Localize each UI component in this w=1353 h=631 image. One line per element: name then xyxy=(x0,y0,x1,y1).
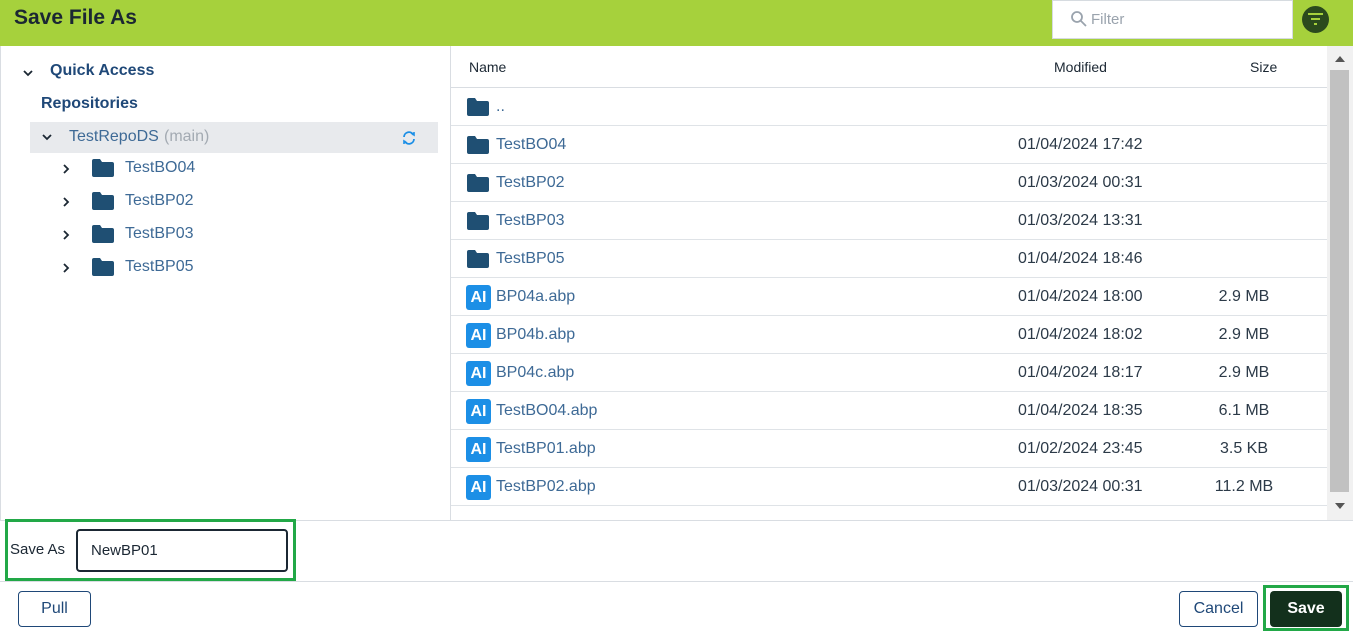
column-header-name[interactable]: Name xyxy=(469,59,506,75)
file-modified: 01/04/2024 18:35 xyxy=(1018,402,1143,419)
filter-input[interactable]: Filter xyxy=(1052,0,1293,39)
tree-repositories[interactable]: Repositories xyxy=(41,95,138,113)
tree-folder-item[interactable]: TestBP02 xyxy=(1,187,441,217)
filter-button[interactable] xyxy=(1302,6,1329,33)
chevron-right-icon[interactable] xyxy=(59,162,73,176)
folder-row[interactable]: TestBO04 01/04/2024 17:42 xyxy=(451,126,1327,164)
pull-button[interactable]: Pull xyxy=(18,591,91,627)
file-size: 2.9 MB xyxy=(1218,326,1270,343)
repo-name: TestRepoDS xyxy=(69,128,159,145)
scroll-down-arrow-icon[interactable] xyxy=(1335,503,1345,509)
file-size: 3.5 KB xyxy=(1219,440,1269,457)
scroll-thumb[interactable] xyxy=(1330,70,1349,492)
file-size: 11.2 MB xyxy=(1214,478,1274,495)
folder-row[interactable]: TestBP02 01/03/2024 00:31 xyxy=(451,164,1327,202)
folder-row[interactable]: TestBP03 01/03/2024 13:31 xyxy=(451,202,1327,240)
file-name: TestBP01.abp xyxy=(496,440,596,457)
file-modified: 01/04/2024 18:17 xyxy=(1018,364,1143,381)
tree-folder-item[interactable]: TestBP05 xyxy=(1,253,441,283)
tree-quick-access[interactable]: Quick Access xyxy=(50,62,154,80)
file-name: BP04a.abp xyxy=(496,288,576,305)
scroll-up-arrow-icon[interactable] xyxy=(1335,56,1345,62)
file-size: 2.9 MB xyxy=(1218,364,1270,381)
column-header-modified[interactable]: Modified xyxy=(1054,59,1107,75)
file-list: Name Modified Size .. TestBO04 01/04/2024… xyxy=(451,46,1327,520)
file-name: TestBO04.abp xyxy=(496,402,598,419)
file-name: TestBP03 xyxy=(496,212,565,229)
save-as-label: Save As xyxy=(10,541,66,558)
search-icon xyxy=(1071,11,1087,27)
chevron-right-icon[interactable] xyxy=(59,261,73,275)
file-size: 6.1 MB xyxy=(1218,402,1270,419)
folder-icon xyxy=(92,192,114,210)
chevron-down-icon[interactable] xyxy=(21,66,35,80)
vertical-scrollbar[interactable] xyxy=(1327,46,1353,520)
sync-icon[interactable] xyxy=(401,130,417,146)
file-modified: 01/03/2024 00:31 xyxy=(1018,174,1143,191)
folder-tree: Quick Access Repositories TestRepoDS (ma… xyxy=(0,46,451,520)
file-modified: 01/03/2024 13:31 xyxy=(1018,212,1143,229)
file-name: .. xyxy=(496,98,505,115)
file-name: TestBP02 xyxy=(496,174,565,191)
file-name: TestBP05 xyxy=(496,250,565,267)
file-row[interactable]: AI BP04c.abp 01/04/2024 18:17 2.9 MB xyxy=(451,354,1327,392)
file-modified: 01/04/2024 18:00 xyxy=(1018,288,1143,305)
file-modified: 01/04/2024 17:42 xyxy=(1018,136,1143,153)
file-name: BP04b.abp xyxy=(496,326,576,343)
file-name: BP04c.abp xyxy=(496,364,575,381)
file-modified: 01/03/2024 00:31 xyxy=(1018,478,1143,495)
dialog-header: Save File As Filter xyxy=(0,0,1353,46)
folder-icon xyxy=(92,225,114,243)
file-modified: 01/02/2024 23:45 xyxy=(1018,440,1143,457)
tree-repo-row[interactable]: TestRepoDS (main) xyxy=(30,122,438,153)
chevron-right-icon[interactable] xyxy=(59,195,73,209)
tree-folder-label: TestBP02 xyxy=(125,192,194,209)
chevron-right-icon[interactable] xyxy=(59,228,73,242)
filter-placeholder: Filter xyxy=(1091,11,1125,28)
file-row[interactable]: AI TestBP01.abp 01/02/2024 23:45 3.5 KB xyxy=(451,430,1327,468)
file-name: TestBO04 xyxy=(496,136,567,153)
save-as-filename-input[interactable] xyxy=(76,529,288,572)
abp-file-icon: AI xyxy=(466,475,491,500)
file-row[interactable]: AI BP04b.abp 01/04/2024 18:02 2.9 MB xyxy=(451,316,1327,354)
cancel-button[interactable]: Cancel xyxy=(1179,591,1258,627)
tree-folder-label: TestBP03 xyxy=(125,225,194,242)
tree-folder-label: TestBO04 xyxy=(125,159,196,176)
file-row[interactable]: AI BP04a.abp 01/04/2024 18:00 2.9 MB xyxy=(451,278,1327,316)
file-name: TestBP02.abp xyxy=(496,478,596,495)
abp-file-icon: AI xyxy=(466,285,491,310)
tree-folder-item[interactable]: TestBO04 xyxy=(1,154,441,184)
filter-lines-icon xyxy=(1308,13,1323,25)
file-row[interactable]: AI TestBO04.abp 01/04/2024 18:35 6.1 MB xyxy=(451,392,1327,430)
repo-branch: (main) xyxy=(164,128,210,145)
dialog-title: Save File As xyxy=(14,6,137,29)
folder-icon xyxy=(467,212,489,230)
folder-row[interactable]: TestBP05 01/04/2024 18:46 xyxy=(451,240,1327,278)
folder-icon xyxy=(92,258,114,276)
file-row-parent[interactable]: .. xyxy=(451,88,1327,126)
file-size: 2.9 MB xyxy=(1218,288,1270,305)
abp-file-icon: AI xyxy=(466,399,491,424)
folder-icon xyxy=(467,174,489,192)
file-list-header: Name Modified Size xyxy=(451,46,1327,88)
abp-file-icon: AI xyxy=(466,361,491,386)
tree-folder-label: TestBP05 xyxy=(125,258,194,275)
folder-icon xyxy=(92,159,114,177)
folder-icon xyxy=(467,136,489,154)
file-modified: 01/04/2024 18:46 xyxy=(1018,250,1143,267)
folder-icon xyxy=(467,98,489,116)
file-modified: 01/04/2024 18:02 xyxy=(1018,326,1143,343)
save-button[interactable]: Save xyxy=(1270,591,1342,627)
folder-icon xyxy=(467,250,489,268)
chevron-down-icon[interactable] xyxy=(40,130,54,144)
tree-folder-item[interactable]: TestBP03 xyxy=(1,220,441,250)
file-row[interactable]: AI TestBP02.abp 01/03/2024 00:31 11.2 MB xyxy=(451,468,1327,506)
abp-file-icon: AI xyxy=(466,323,491,348)
column-header-size[interactable]: Size xyxy=(1250,59,1277,75)
abp-file-icon: AI xyxy=(466,437,491,462)
